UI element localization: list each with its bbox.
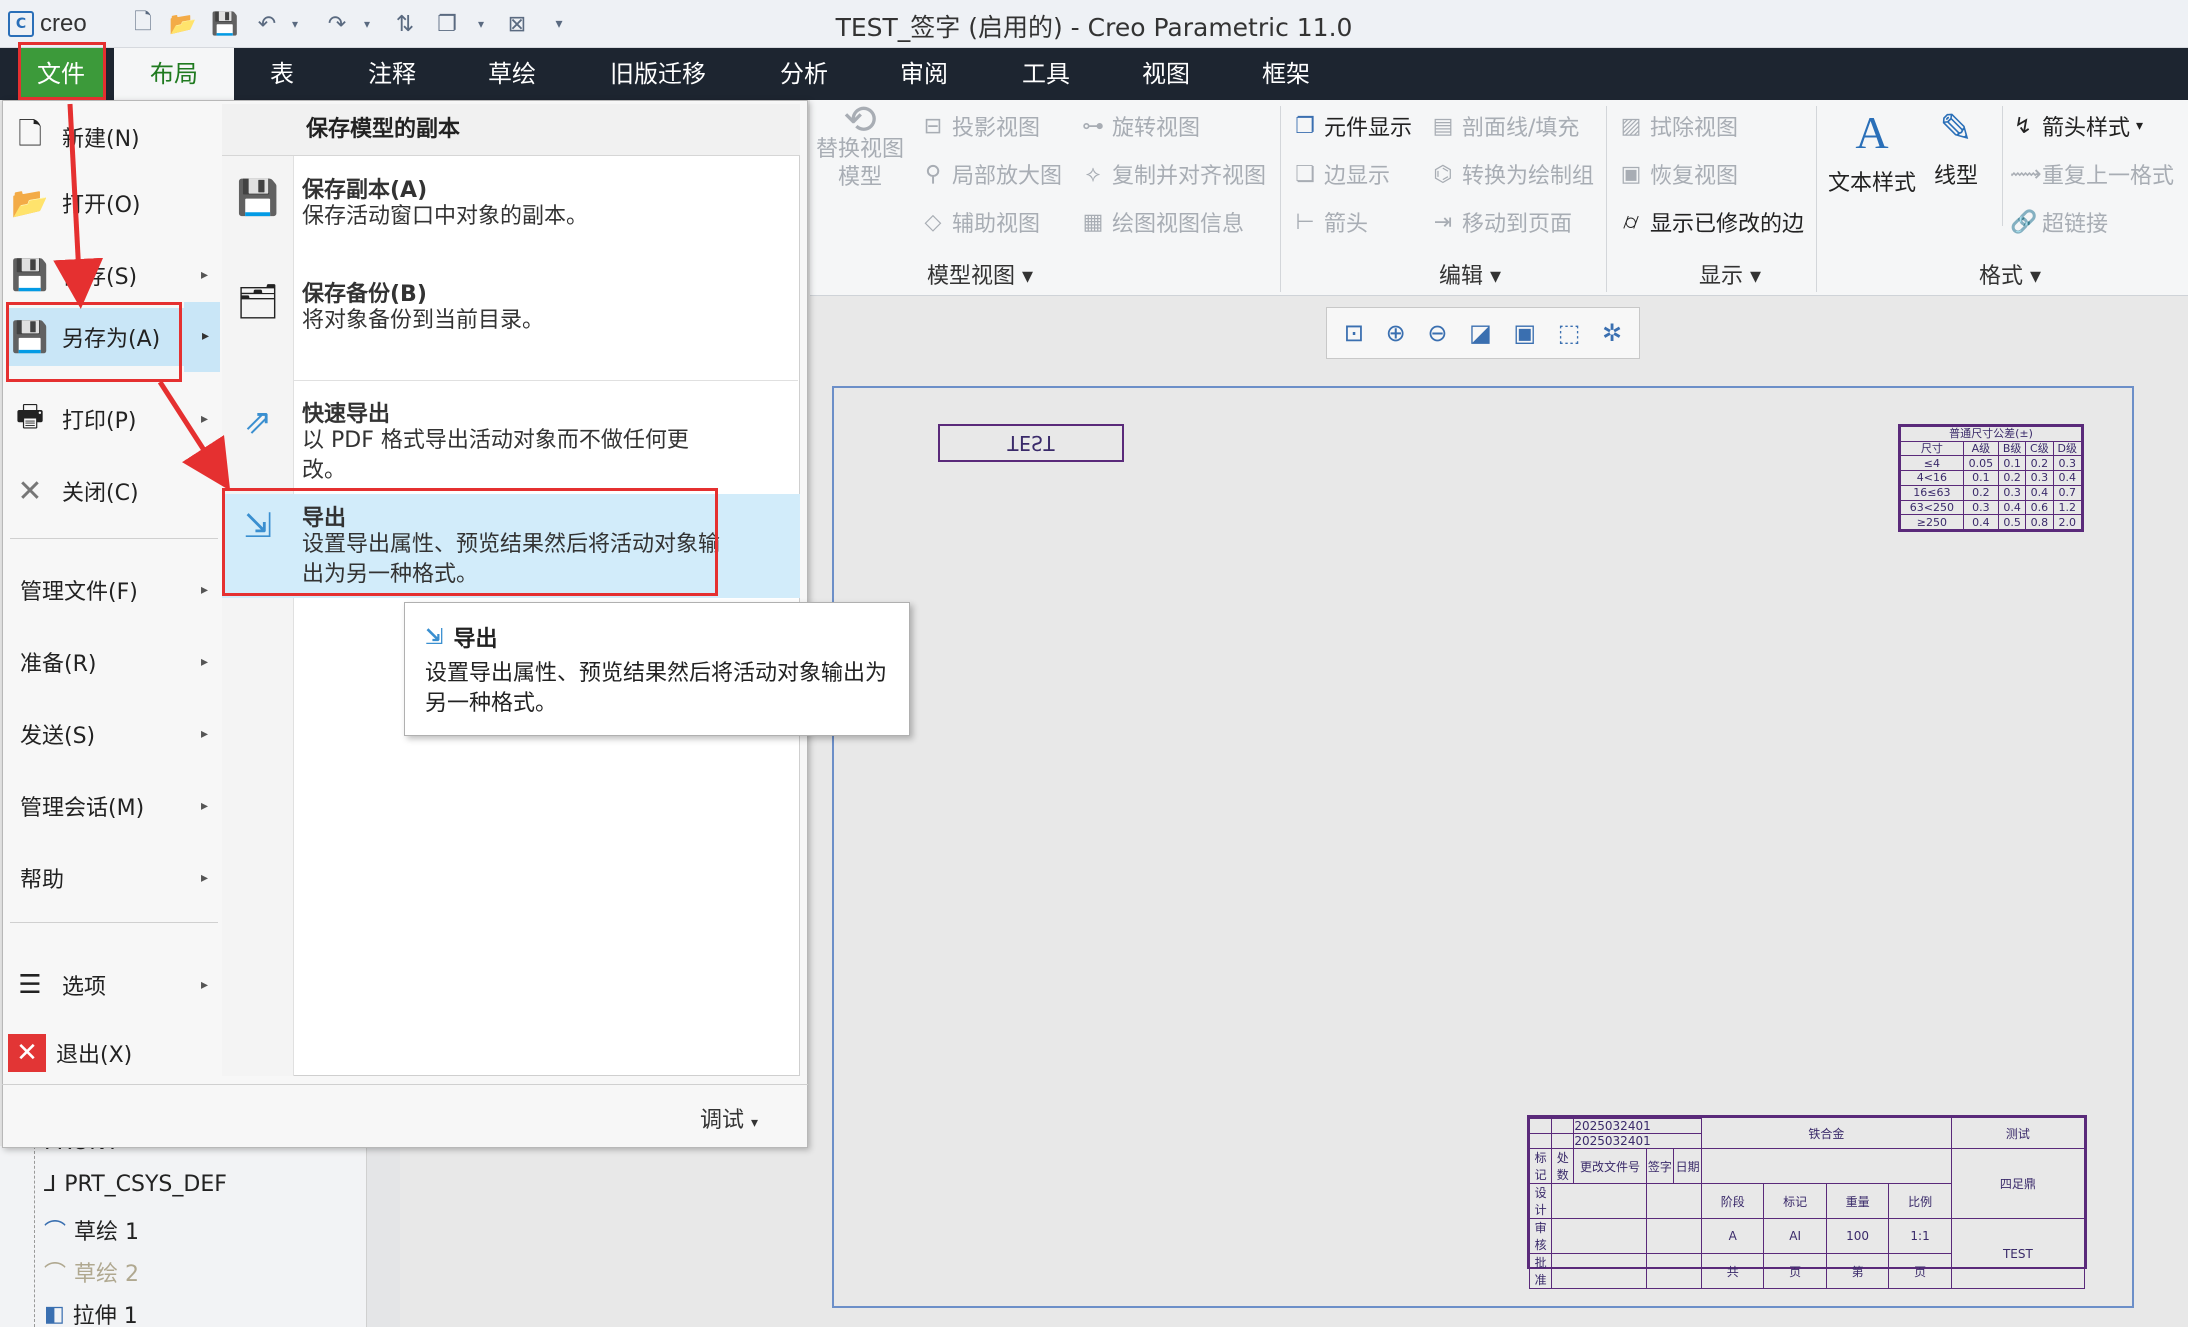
arrow-file-to-save-as	[53, 103, 104, 309]
annotation-arrows	[53, 103, 231, 491]
arrow-save-as-to-export	[157, 380, 231, 491]
